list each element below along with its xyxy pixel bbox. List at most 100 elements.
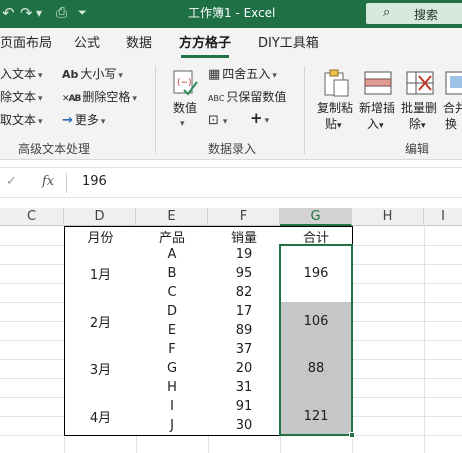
sales-cell[interactable]: 19 — [208, 245, 281, 265]
tab-fangfang[interactable]: 方方格子 — [179, 36, 231, 52]
ribbon: 入文本 ▾ 除文本 ▾ 取文本 ▾ Ab 大小写 ▾ ✕AB 删除空格 ▾ → 更多 ▾ 高级文本… — [0, 60, 462, 160]
chevron-down-icon: ▾ — [118, 71, 123, 81]
search-icon: ⌕ — [383, 5, 391, 20]
search-box[interactable]: ⌕ 搜索 — [366, 3, 462, 24]
sales-cell[interactable]: 82 — [208, 283, 281, 303]
chevron-down-icon: ▾ — [272, 71, 277, 81]
batch-delete-label-line1: 批量删 — [401, 101, 438, 115]
formula-bar-divider — [66, 173, 67, 193]
month-cell[interactable]: 1月 — [64, 245, 137, 303]
add-button[interactable]: + ▾ — [250, 111, 269, 129]
column-header-d[interactable]: D — [64, 208, 136, 226]
customize-quick-access-icon[interactable]: ⎙ — [56, 4, 67, 22]
tab-page-layout[interactable]: 页面布局 — [0, 36, 52, 52]
product-cell[interactable]: C — [136, 283, 209, 303]
tab-diy-toolbox[interactable]: DIY工具箱 — [258, 36, 319, 52]
insert-text-label: 入文本 — [0, 67, 37, 81]
product-cell[interactable]: J — [136, 416, 209, 436]
sales-cell[interactable]: 17 — [208, 302, 281, 322]
more-button[interactable]: → 更多 ▾ — [62, 113, 105, 130]
sales-cell[interactable]: 20 — [208, 359, 281, 379]
extract-text-button[interactable]: 取文本 ▾ — [0, 113, 43, 130]
insert-function-icon[interactable]: fx — [42, 174, 54, 189]
chevron-down-icon: ▾ — [38, 94, 43, 104]
dropdown-icon[interactable]: ⏷ — [78, 4, 87, 22]
sales-cell[interactable]: 95 — [208, 264, 281, 284]
total-cell-active[interactable]: 196 — [280, 245, 353, 303]
remove-spaces-label: 删除空格 — [82, 90, 131, 104]
total-cell[interactable]: 106 — [280, 302, 353, 341]
chevron-down-icon: ▾ — [38, 117, 43, 127]
product-cell[interactable]: E — [136, 321, 209, 341]
sales-cell[interactable]: 91 — [208, 397, 281, 417]
round-label: 四舍五入 — [222, 67, 271, 81]
window-title: 工作簿1 - Excel — [188, 6, 276, 20]
month-cell[interactable]: 3月 — [64, 340, 137, 398]
redo-icon[interactable]: ↷ — [20, 4, 33, 22]
delete-text-button[interactable]: 除文本 ▾ — [0, 90, 43, 107]
column-header-f[interactable]: F — [208, 208, 280, 226]
batch-delete-button[interactable]: 批量删 除▾ — [399, 66, 441, 138]
fill-handle[interactable] — [349, 432, 355, 438]
column-header-c[interactable]: C — [0, 208, 64, 226]
header-cell-month[interactable]: 月份 — [64, 226, 137, 246]
clipboard-icon — [324, 69, 349, 97]
product-cell[interactable]: D — [136, 302, 209, 322]
tab-formulas[interactable]: 公式 — [74, 36, 100, 52]
insert-label-line2: 入▾ — [367, 117, 384, 131]
chevron-down-icon[interactable]: ▾ — [36, 4, 42, 22]
header-cell-product[interactable]: 产品 — [136, 226, 209, 246]
insert-text-button[interactable]: 入文本 ▾ — [0, 67, 43, 84]
chevron-down-icon: ▾ — [264, 116, 270, 126]
copy-paste-button[interactable]: 复制粘 贴▾ — [315, 66, 357, 138]
month-cell[interactable]: 4月 — [64, 397, 137, 436]
number-icon: (−) — [173, 70, 198, 96]
round-button[interactable]: ▦ 四舍五入 ▾ — [208, 67, 277, 84]
header-cell-total[interactable]: 合计 — [280, 226, 353, 246]
sales-cell[interactable]: 31 — [208, 378, 281, 398]
group-label-data-entry: 数据录入 — [208, 142, 257, 156]
chevron-down-icon: ▾ — [38, 71, 43, 81]
header-cell-sales[interactable]: 销量 — [208, 226, 281, 246]
chevron-down-icon: ▾ — [222, 117, 228, 127]
number-button[interactable]: (−) 数值 ▾ — [165, 66, 205, 134]
tab-data[interactable]: 数据 — [126, 36, 152, 52]
ribbon-tabs: 页面布局 公式 数据 方方格子 DIY工具箱 — [0, 28, 462, 60]
abc-icon: ABC — [208, 94, 225, 103]
month-cell[interactable]: 2月 — [64, 302, 137, 341]
delete-text-label: 除文本 — [0, 90, 37, 104]
insert-button[interactable]: 新增插 入▾ — [357, 66, 399, 138]
column-header-e[interactable]: E — [136, 208, 208, 226]
formula-bar: ✓ fx 196 — [0, 167, 462, 198]
remove-spaces-button[interactable]: ✕AB 删除空格 ▾ — [62, 90, 137, 107]
column-header-g[interactable]: G — [280, 208, 352, 226]
merge-button[interactable]: 合并 换 — [441, 66, 462, 138]
extract-text-label: 取文本 — [0, 113, 37, 127]
sales-cell[interactable]: 30 — [208, 416, 281, 436]
undo-icon[interactable]: ↶ — [2, 4, 15, 22]
case-button[interactable]: Ab 大小写 ▾ — [62, 67, 123, 84]
product-cell[interactable]: H — [136, 378, 209, 398]
worksheet-grid[interactable]: 月份 产品 销量 合计 1月 2月 3月 4月 A 19 B 95 C 82 D… — [0, 226, 462, 453]
keep-values-button[interactable]: ABC 只保留数值 — [208, 90, 286, 106]
total-cell[interactable]: 88 — [280, 340, 353, 398]
product-cell[interactable]: G — [136, 359, 209, 379]
total-cell[interactable]: 121 — [280, 397, 353, 436]
fill-button[interactable]: ⊡ ▾ — [208, 113, 227, 130]
sales-cell[interactable]: 37 — [208, 340, 281, 360]
check-icon[interactable]: ✓ — [6, 174, 17, 189]
column-header-i[interactable]: I — [424, 208, 462, 226]
merge-label-line1: 合并 — [443, 101, 462, 115]
column-header-h[interactable]: H — [352, 208, 424, 226]
insert-label-line1: 新增插 — [359, 101, 396, 115]
delete-cells-icon — [406, 71, 434, 95]
sales-cell[interactable]: 89 — [208, 321, 281, 341]
product-cell[interactable]: A — [136, 245, 209, 265]
group-separator — [304, 66, 305, 154]
active-tab-indicator — [181, 55, 229, 58]
formula-input[interactable]: 196 — [82, 174, 107, 189]
product-cell[interactable]: B — [136, 264, 209, 284]
product-cell[interactable]: I — [136, 397, 209, 417]
product-cell[interactable]: F — [136, 340, 209, 360]
merge-icon — [445, 71, 462, 95]
